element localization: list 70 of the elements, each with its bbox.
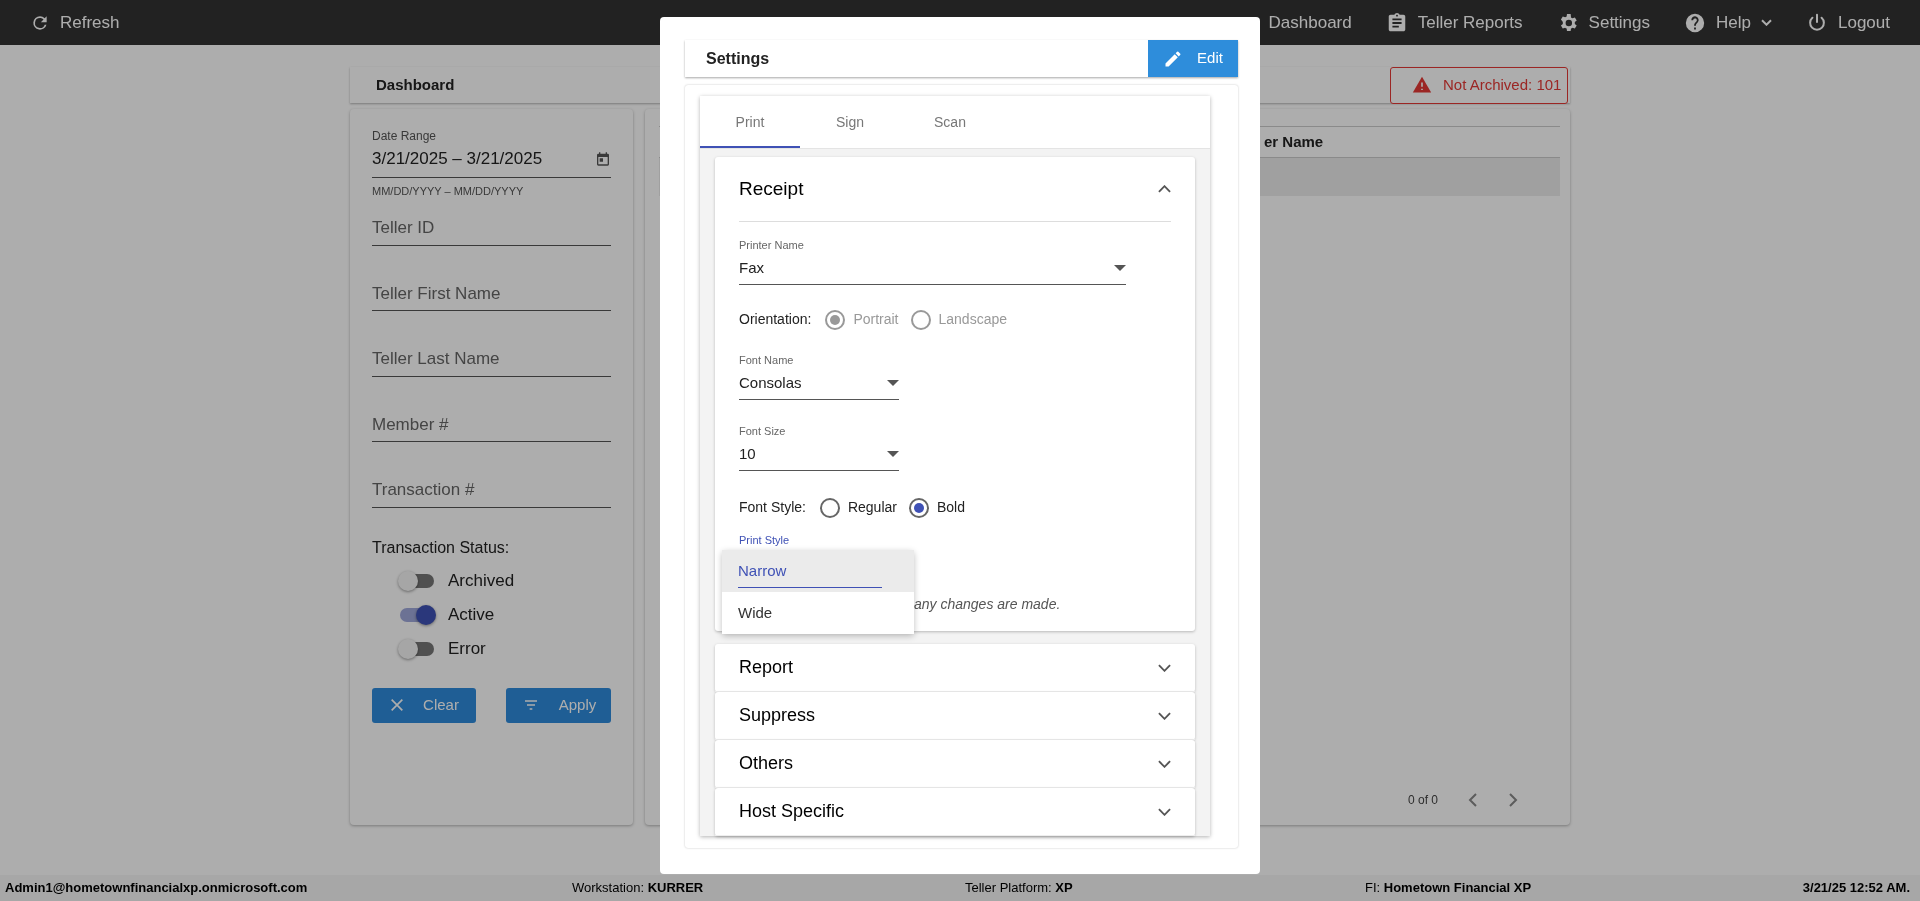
note-text: any changes are made. — [914, 595, 1061, 614]
toggle-label: Error — [448, 637, 486, 660]
toggle-label: Archived — [448, 569, 515, 592]
chevron-down-icon — [1158, 711, 1171, 720]
select-field[interactable]: Fax — [739, 256, 1126, 285]
toggle-switch[interactable] — [400, 573, 434, 588]
tab[interactable]: Scan — [900, 96, 1000, 148]
refresh-button[interactable]: Refresh — [30, 9, 120, 36]
radio-label: Regular — [847, 498, 897, 517]
nav-link[interactable]: Settings — [1556, 9, 1651, 36]
section-header[interactable]: Host Specific — [715, 788, 1195, 836]
nav-link[interactable]: Logout — [1806, 9, 1890, 36]
input-field[interactable]: Teller Last Name — [372, 346, 611, 377]
chevron-right-icon — [1506, 791, 1520, 809]
input-field[interactable]: Teller First Name — [372, 280, 611, 311]
chevron-down-icon — [1158, 663, 1171, 672]
section-label: Transaction Status: — [372, 537, 511, 558]
radio-button[interactable] — [908, 497, 929, 518]
toggle-switch[interactable] — [400, 641, 434, 656]
close-icon — [389, 697, 406, 713]
column-header[interactable]: er Name — [1264, 130, 1324, 154]
nav-link[interactable]: Dashboard — [1268, 9, 1352, 36]
select-field[interactable]: 10 — [739, 442, 899, 471]
dropdown-arrow-icon — [1114, 264, 1126, 271]
field-label: Font Style: — [739, 498, 806, 517]
status-item: FI: Hometown Financial XP — [1365, 879, 1533, 898]
menu-item[interactable]: Wide — [722, 592, 914, 634]
field-label: Print Style — [739, 533, 790, 548]
field-label: Font Size — [739, 424, 787, 439]
dialog-title: Settings — [705, 48, 770, 69]
chevron-down-icon — [1158, 759, 1171, 768]
nav-link[interactable]: Teller Reports — [1385, 9, 1523, 36]
dropdown-arrow-icon — [887, 450, 899, 457]
tab[interactable]: Sign — [800, 96, 900, 148]
nav-link[interactable]: Help — [1684, 9, 1772, 36]
section-header[interactable]: Receipt — [715, 157, 1195, 221]
toggle-label: Active — [448, 603, 495, 626]
edit-button[interactable]: Edit — [1148, 40, 1238, 77]
chevron-down-icon — [1158, 807, 1171, 816]
toggle-switch[interactable] — [400, 607, 434, 622]
input-field[interactable]: Transaction # — [372, 477, 611, 508]
date-range-field[interactable]: 3/21/2025 – 3/21/2025 — [372, 146, 611, 178]
radio-button[interactable] — [819, 497, 840, 518]
radio-label: Bold — [936, 498, 965, 517]
chevron-up-icon — [1158, 185, 1171, 193]
calendar-icon — [595, 150, 611, 167]
radio-label: Landscape — [938, 310, 1007, 329]
radio-label: Portrait — [853, 310, 899, 329]
select-field[interactable]: Consolas — [739, 371, 899, 400]
warning-icon — [1411, 75, 1433, 95]
page-count: 0 of 0 — [1407, 792, 1438, 809]
status-item: Workstation: KURRER — [572, 879, 705, 898]
input-field[interactable]: Teller ID — [372, 215, 611, 246]
timestamp: 3/21/25 12:52 AM. — [1802, 879, 1910, 898]
input-field[interactable]: Member # — [372, 411, 611, 442]
field-label: Font Name — [739, 353, 795, 368]
chevron-left-icon — [1466, 791, 1480, 809]
page-title: Dashboard — [375, 74, 455, 95]
menu-item[interactable]: Narrow — [722, 550, 914, 592]
helper-text: MM/DD/YYYY – MM/DD/YYYY — [372, 183, 525, 199]
field-label: Date Range — [372, 128, 438, 145]
field-label: Orientation: — [739, 310, 812, 329]
field-label: Printer Name — [739, 238, 805, 253]
status-item: Teller Platform: XP — [965, 879, 1074, 898]
dropdown-arrow-icon — [887, 379, 899, 386]
power-icon — [1806, 11, 1828, 34]
help-icon — [1684, 11, 1707, 34]
tab[interactable]: Print — [700, 96, 800, 148]
user-email: Admin1@hometownfinancialxp.onmicrosoft.com — [5, 879, 309, 898]
alert-badge[interactable]: Not Archived: 101 — [1390, 66, 1568, 104]
